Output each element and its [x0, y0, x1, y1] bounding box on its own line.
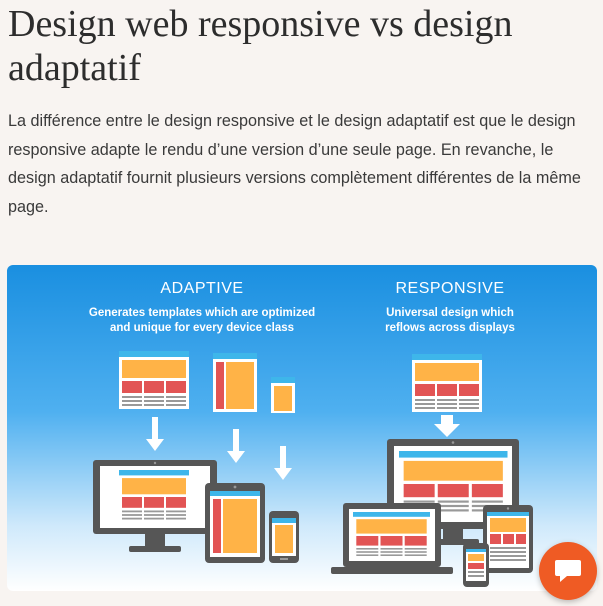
adaptive-caption-line1: Generates templates which are optimized — [89, 307, 315, 319]
page-title: Design web responsive vs design adaptati… — [8, 3, 513, 89]
adaptive-caption-line2: and unique for every device class — [110, 322, 294, 334]
responsive-tablet-device — [483, 505, 533, 573]
responsive-caption-line1: Universal design which — [386, 307, 514, 319]
adaptive-tablet-template — [213, 353, 257, 412]
chat-button[interactable] — [539, 542, 597, 600]
responsive-universal-template — [412, 354, 482, 412]
responsive-heading: RESPONSIVE — [395, 280, 504, 297]
adaptive-mobile-template — [271, 377, 295, 413]
adaptive-tablet-device — [205, 483, 265, 563]
responsive-caption-line2: reflows across displays — [385, 322, 515, 334]
adaptive-phone-device — [269, 511, 299, 563]
responsive-phone-device — [463, 543, 489, 587]
chat-bubble-icon — [555, 560, 581, 582]
responsive-laptop-device — [331, 503, 453, 574]
adaptive-vs-responsive-illustration: ADAPTIVE Generates templates which are o… — [7, 265, 597, 591]
intro-paragraph: La différence entre le design responsive… — [8, 112, 581, 216]
adaptive-desktop-template — [119, 351, 189, 409]
adaptive-heading: ADAPTIVE — [160, 280, 243, 297]
